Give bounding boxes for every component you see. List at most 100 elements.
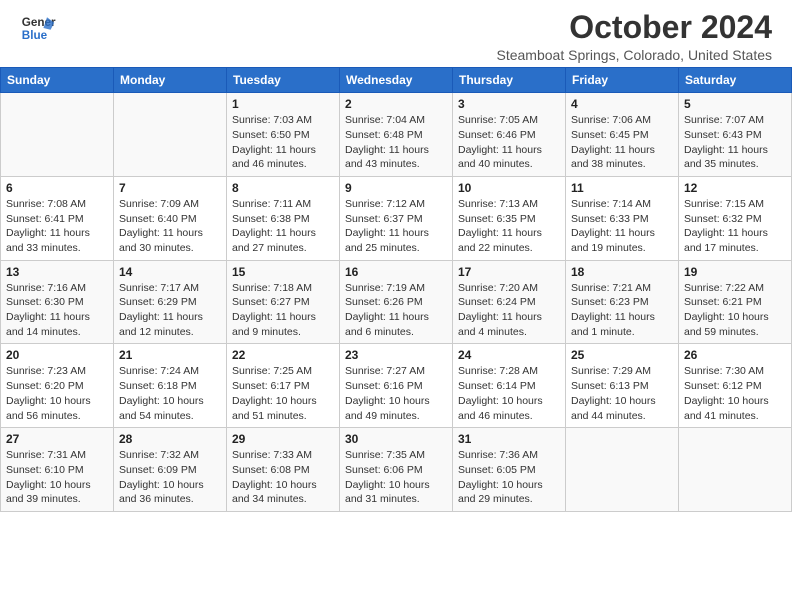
day-info: Sunrise: 7:17 AM Sunset: 6:29 PM Dayligh… bbox=[119, 281, 221, 340]
weekday-header-monday: Monday bbox=[114, 68, 227, 93]
calendar-cell: 25 Sunrise: 7:29 AM Sunset: 6:13 PM Dayli… bbox=[566, 344, 679, 428]
day-info: Sunrise: 7:15 AM Sunset: 6:32 PM Dayligh… bbox=[684, 197, 786, 256]
calendar-header: SundayMondayTuesdayWednesdayThursdayFrid… bbox=[1, 68, 792, 93]
day-number: 30 bbox=[345, 432, 447, 446]
calendar-cell: 28Sunrise: 7:32 AM Sunset: 6:09 PM Dayli… bbox=[114, 428, 227, 512]
day-info: Sunrise: 7:29 AM Sunset: 6:13 PM Dayligh… bbox=[571, 364, 673, 423]
day-number: 31 bbox=[458, 432, 560, 446]
day-number: 3 bbox=[458, 97, 560, 111]
day-info: Sunrise: 7:28 AM Sunset: 6:14 PM Dayligh… bbox=[458, 364, 560, 423]
calendar-week-1: 1 Sunrise: 7:03 AM Sunset: 6:50 PM Daylig… bbox=[1, 93, 792, 177]
day-info: Sunrise: 7:03 AM Sunset: 6:50 PM Dayligh… bbox=[232, 113, 334, 172]
day-info: Sunrise: 7:20 AM Sunset: 6:24 PM Dayligh… bbox=[458, 281, 560, 340]
calendar-week-2: 6 Sunrise: 7:08 AM Sunset: 6:41 PM Daylig… bbox=[1, 176, 792, 260]
calendar-cell: 8 Sunrise: 7:11 AM Sunset: 6:38 PM Daylig… bbox=[227, 176, 340, 260]
svg-text:Blue: Blue bbox=[22, 29, 48, 42]
day-info: Sunrise: 7:08 AM Sunset: 6:41 PM Dayligh… bbox=[6, 197, 108, 256]
calendar-cell: 1 Sunrise: 7:03 AM Sunset: 6:50 PM Daylig… bbox=[227, 93, 340, 177]
weekday-header-sunday: Sunday bbox=[1, 68, 114, 93]
day-number: 15 bbox=[232, 265, 334, 279]
weekday-header-saturday: Saturday bbox=[679, 68, 792, 93]
day-info: Sunrise: 7:23 AM Sunset: 6:20 PM Dayligh… bbox=[6, 364, 108, 423]
day-number: 8 bbox=[232, 181, 334, 195]
logo-icon: General Blue bbox=[20, 10, 56, 46]
weekday-header-thursday: Thursday bbox=[453, 68, 566, 93]
day-info: Sunrise: 7:19 AM Sunset: 6:26 PM Dayligh… bbox=[345, 281, 447, 340]
day-number: 26 bbox=[684, 348, 786, 362]
day-info: Sunrise: 7:32 AM Sunset: 6:09 PM Dayligh… bbox=[119, 448, 221, 507]
calendar-cell bbox=[679, 428, 792, 512]
calendar-week-5: 27 Sunrise: 7:31 AM Sunset: 6:10 PM Dayli… bbox=[1, 428, 792, 512]
day-info: Sunrise: 7:04 AM Sunset: 6:48 PM Dayligh… bbox=[345, 113, 447, 172]
calendar-cell: 13 Sunrise: 7:16 AM Sunset: 6:30 PM Dayli… bbox=[1, 260, 114, 344]
day-number: 22 bbox=[232, 348, 334, 362]
day-info: Sunrise: 7:14 AM Sunset: 6:33 PM Dayligh… bbox=[571, 197, 673, 256]
calendar-cell: 10 Sunrise: 7:13 AM Sunset: 6:35 PM Dayli… bbox=[453, 176, 566, 260]
day-info: Sunrise: 7:31 AM Sunset: 6:10 PM Dayligh… bbox=[6, 448, 108, 507]
calendar-cell: 24 Sunrise: 7:28 AM Sunset: 6:14 PM Dayli… bbox=[453, 344, 566, 428]
calendar-cell: 2Sunrise: 7:04 AM Sunset: 6:48 PM Daylig… bbox=[340, 93, 453, 177]
day-number: 14 bbox=[119, 265, 221, 279]
calendar-cell: 31Sunrise: 7:36 AM Sunset: 6:05 PM Dayli… bbox=[453, 428, 566, 512]
day-info: Sunrise: 7:35 AM Sunset: 6:06 PM Dayligh… bbox=[345, 448, 447, 507]
day-info: Sunrise: 7:24 AM Sunset: 6:18 PM Dayligh… bbox=[119, 364, 221, 423]
calendar-cell: 22Sunrise: 7:25 AM Sunset: 6:17 PM Dayli… bbox=[227, 344, 340, 428]
day-number: 12 bbox=[684, 181, 786, 195]
day-info: Sunrise: 7:21 AM Sunset: 6:23 PM Dayligh… bbox=[571, 281, 673, 340]
day-info: Sunrise: 7:13 AM Sunset: 6:35 PM Dayligh… bbox=[458, 197, 560, 256]
day-number: 27 bbox=[6, 432, 108, 446]
day-number: 5 bbox=[684, 97, 786, 111]
day-info: Sunrise: 7:11 AM Sunset: 6:38 PM Dayligh… bbox=[232, 197, 334, 256]
calendar-cell: 7Sunrise: 7:09 AM Sunset: 6:40 PM Daylig… bbox=[114, 176, 227, 260]
day-number: 21 bbox=[119, 348, 221, 362]
calendar-cell: 4 Sunrise: 7:06 AM Sunset: 6:45 PM Daylig… bbox=[566, 93, 679, 177]
calendar-cell: 16 Sunrise: 7:19 AM Sunset: 6:26 PM Dayli… bbox=[340, 260, 453, 344]
calendar-cell: 21 Sunrise: 7:24 AM Sunset: 6:18 PM Dayli… bbox=[114, 344, 227, 428]
day-number: 4 bbox=[571, 97, 673, 111]
weekday-header-wednesday: Wednesday bbox=[340, 68, 453, 93]
page-header: General Blue October 2024 Steamboat Spri… bbox=[0, 0, 792, 67]
day-number: 6 bbox=[6, 181, 108, 195]
calendar-cell bbox=[566, 428, 679, 512]
calendar-week-3: 13 Sunrise: 7:16 AM Sunset: 6:30 PM Dayli… bbox=[1, 260, 792, 344]
logo: General Blue bbox=[20, 10, 56, 46]
weekday-header-tuesday: Tuesday bbox=[227, 68, 340, 93]
calendar-cell: 9Sunrise: 7:12 AM Sunset: 6:37 PM Daylig… bbox=[340, 176, 453, 260]
day-info: Sunrise: 7:05 AM Sunset: 6:46 PM Dayligh… bbox=[458, 113, 560, 172]
day-number: 29 bbox=[232, 432, 334, 446]
month-title: October 2024 bbox=[497, 10, 773, 45]
calendar-cell: 3 Sunrise: 7:05 AM Sunset: 6:46 PM Daylig… bbox=[453, 93, 566, 177]
day-number: 24 bbox=[458, 348, 560, 362]
calendar-cell: 20 Sunrise: 7:23 AM Sunset: 6:20 PM Dayli… bbox=[1, 344, 114, 428]
day-number: 16 bbox=[345, 265, 447, 279]
weekday-header-friday: Friday bbox=[566, 68, 679, 93]
day-info: Sunrise: 7:30 AM Sunset: 6:12 PM Dayligh… bbox=[684, 364, 786, 423]
day-number: 10 bbox=[458, 181, 560, 195]
day-number: 11 bbox=[571, 181, 673, 195]
calendar-cell: 19Sunrise: 7:22 AM Sunset: 6:21 PM Dayli… bbox=[679, 260, 792, 344]
calendar-cell bbox=[1, 93, 114, 177]
location-title: Steamboat Springs, Colorado, United Stat… bbox=[497, 47, 773, 63]
day-info: Sunrise: 7:16 AM Sunset: 6:30 PM Dayligh… bbox=[6, 281, 108, 340]
day-info: Sunrise: 7:18 AM Sunset: 6:27 PM Dayligh… bbox=[232, 281, 334, 340]
day-info: Sunrise: 7:07 AM Sunset: 6:43 PM Dayligh… bbox=[684, 113, 786, 172]
calendar-cell bbox=[114, 93, 227, 177]
day-info: Sunrise: 7:22 AM Sunset: 6:21 PM Dayligh… bbox=[684, 281, 786, 340]
day-info: Sunrise: 7:12 AM Sunset: 6:37 PM Dayligh… bbox=[345, 197, 447, 256]
day-number: 23 bbox=[345, 348, 447, 362]
calendar-cell: 23Sunrise: 7:27 AM Sunset: 6:16 PM Dayli… bbox=[340, 344, 453, 428]
calendar-cell: 17Sunrise: 7:20 AM Sunset: 6:24 PM Dayli… bbox=[453, 260, 566, 344]
calendar-cell: 6 Sunrise: 7:08 AM Sunset: 6:41 PM Daylig… bbox=[1, 176, 114, 260]
day-number: 13 bbox=[6, 265, 108, 279]
weekday-header-row: SundayMondayTuesdayWednesdayThursdayFrid… bbox=[1, 68, 792, 93]
day-number: 20 bbox=[6, 348, 108, 362]
calendar-cell: 29 Sunrise: 7:33 AM Sunset: 6:08 PM Dayli… bbox=[227, 428, 340, 512]
day-number: 7 bbox=[119, 181, 221, 195]
day-number: 18 bbox=[571, 265, 673, 279]
day-number: 1 bbox=[232, 97, 334, 111]
calendar-cell: 12 Sunrise: 7:15 AM Sunset: 6:32 PM Dayli… bbox=[679, 176, 792, 260]
day-info: Sunrise: 7:06 AM Sunset: 6:45 PM Dayligh… bbox=[571, 113, 673, 172]
title-block: October 2024 Steamboat Springs, Colorado… bbox=[497, 10, 773, 63]
day-number: 25 bbox=[571, 348, 673, 362]
day-info: Sunrise: 7:33 AM Sunset: 6:08 PM Dayligh… bbox=[232, 448, 334, 507]
